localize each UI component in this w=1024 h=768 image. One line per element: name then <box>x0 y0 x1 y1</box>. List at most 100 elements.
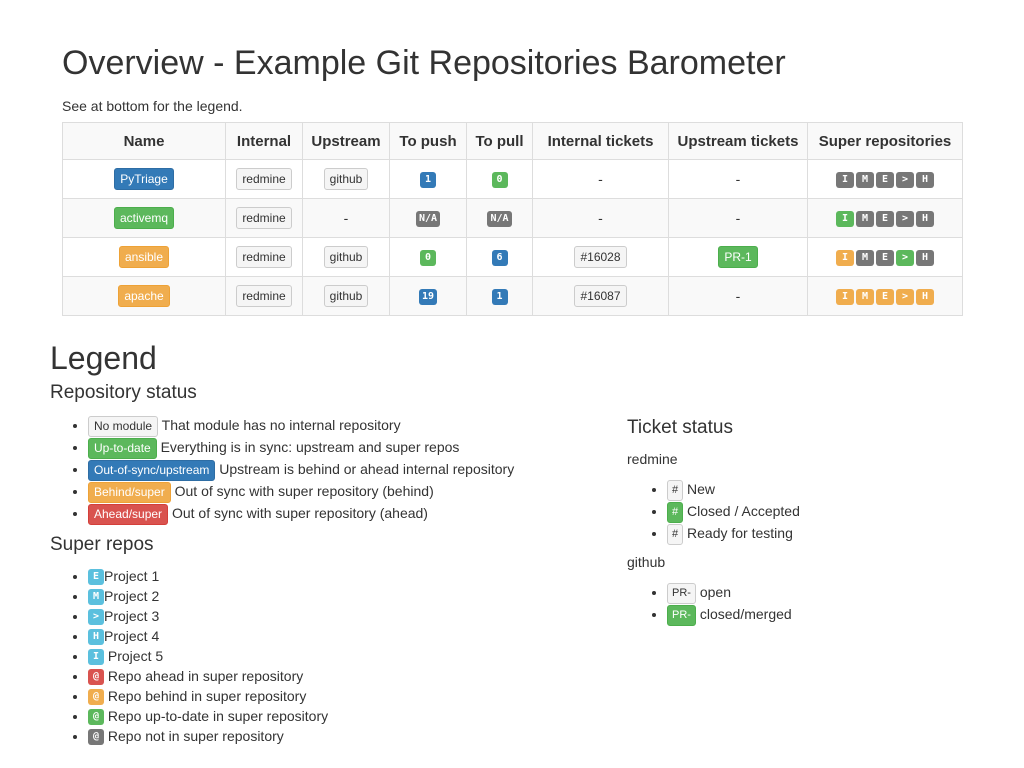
super-repo-badge[interactable]: M <box>856 171 874 188</box>
legend-item: HProject 4 <box>88 626 610 646</box>
legend-description: closed/merged <box>699 606 792 622</box>
super-repos-title: Super repos <box>50 534 154 555</box>
super-repo-badge[interactable]: E <box>876 210 894 227</box>
internal-link-button[interactable]: redmine <box>236 285 292 307</box>
cell-name: activemq <box>62 198 226 238</box>
legend-status-button: Behind/super <box>88 481 171 503</box>
super-repo-badge[interactable]: M <box>856 249 874 266</box>
cell-internal: redmine <box>225 198 303 238</box>
internal-link-button[interactable]: redmine <box>236 168 292 190</box>
legend-item: EProject 1 <box>88 566 610 586</box>
legend-item: @ Repo behind in super repository <box>88 686 610 706</box>
legend-description: Out of sync with super repository (ahead… <box>171 505 428 521</box>
internal-ticket-button[interactable]: #16028 <box>574 246 627 268</box>
ticket-status-button: # <box>667 523 684 545</box>
ticket-group-label: redmine <box>627 451 678 467</box>
legend-description: Project 3 <box>104 608 160 624</box>
upstream-tickets-none: - <box>735 171 741 187</box>
legend-item: MProject 2 <box>88 586 610 606</box>
to-pull-badge: N/A <box>487 210 512 227</box>
legend-description: Ready for testing <box>687 525 793 541</box>
super-repo-badge[interactable]: > <box>896 171 914 188</box>
cell-upstream-tickets: PR-1 <box>668 237 808 277</box>
super-repo-badge[interactable]: > <box>896 210 914 227</box>
ticket-status-section: Ticket status redmine# New# Closed / Acc… <box>627 415 987 633</box>
cell-internal: redmine <box>225 237 303 277</box>
legend-item: I Project 5 <box>88 646 610 666</box>
legend-description: Upstream is behind or ahead internal rep… <box>219 461 515 477</box>
super-repo-badge[interactable]: I <box>836 249 854 266</box>
cell-upstream-tickets: - <box>668 198 808 238</box>
legend-description: Project 1 <box>104 568 160 584</box>
to-push-badge: 19 <box>418 288 438 305</box>
cell-upstream-tickets: - <box>668 159 808 199</box>
legend-description: Closed / Accepted <box>687 503 800 519</box>
legend-item: PR- closed/merged <box>667 603 987 626</box>
super-repo-badge[interactable]: H <box>916 249 934 266</box>
repo-name-button[interactable]: ansible <box>118 246 170 268</box>
legend-super-badge: M <box>88 589 104 606</box>
legend-description: New <box>687 481 716 497</box>
repository-status-list: No module That module has no internal re… <box>50 414 610 525</box>
legend-item: PR- open <box>667 581 987 604</box>
internal-link-button[interactable]: redmine <box>236 246 292 268</box>
legend-super-badge: @ <box>88 729 104 746</box>
legend-description: Repo not in super repository <box>104 728 284 744</box>
upstream-link-button[interactable]: github <box>323 285 369 307</box>
column-header-super-repositories: Super repositories <box>807 122 963 160</box>
super-repo-badge[interactable]: M <box>856 210 874 227</box>
super-repo-badge[interactable]: I <box>836 171 854 188</box>
cell-upstream: - <box>302 198 390 238</box>
legend-description: Repo up-to-date in super repository <box>104 708 329 724</box>
super-repo-badge[interactable]: > <box>896 288 914 305</box>
legend-item: @ Repo ahead in super repository <box>88 666 610 686</box>
legend-item: # New <box>667 478 987 501</box>
legend-super-badge: > <box>88 609 104 626</box>
column-header-internal: Internal <box>225 122 303 160</box>
super-repos-list: EProject 1MProject 2>Project 3HProject 4… <box>50 566 610 746</box>
legend-item: Up-to-date Everything is in sync: upstre… <box>88 436 610 459</box>
upstream-link-button[interactable]: github <box>323 246 369 268</box>
page-title: Overview - Example Git Repositories Baro… <box>62 44 786 82</box>
super-repo-badge[interactable]: H <box>916 288 934 305</box>
cell-upstream: github <box>302 237 390 277</box>
ticket-group-label: github <box>627 554 666 570</box>
repo-name-button[interactable]: PyTriage <box>114 168 174 190</box>
super-repo-badge[interactable]: E <box>876 171 894 188</box>
legend-super-badge: H <box>88 629 104 646</box>
legend-super-badge: @ <box>88 669 104 686</box>
internal-ticket-button[interactable]: #16087 <box>574 285 627 307</box>
cell-internal-tickets: - <box>532 159 669 199</box>
to-push-badge: 0 <box>420 249 436 266</box>
table-header-row: Name Internal Upstream To push To pull I… <box>62 122 963 160</box>
cell-name: ansible <box>62 237 226 277</box>
to-pull-badge: 1 <box>491 288 508 305</box>
super-repo-badge[interactable]: E <box>876 288 894 305</box>
upstream-link-button[interactable]: github <box>323 168 369 190</box>
super-repo-badge[interactable]: I <box>836 288 854 305</box>
legend-description: Out of sync with super repository (behin… <box>174 483 434 499</box>
cell-name: apache <box>62 276 226 316</box>
super-repo-badge[interactable]: H <box>916 210 934 227</box>
cell-super-repositories: I M E > H <box>807 159 963 199</box>
repo-name-button[interactable]: apache <box>118 285 170 307</box>
legend-description: Everything is in sync: upstream and supe… <box>160 439 460 455</box>
super-repo-badge[interactable]: H <box>916 171 934 188</box>
legend-item: Ahead/super Out of sync with super repos… <box>88 502 610 525</box>
internal-link-button[interactable]: redmine <box>236 207 292 229</box>
cell-to-pull: N/A <box>466 198 533 238</box>
super-repo-badge[interactable]: > <box>896 249 914 266</box>
super-repo-badge[interactable]: M <box>856 288 874 305</box>
legend-description: Project 4 <box>104 628 160 644</box>
ticket-status-title: Ticket status <box>627 417 733 438</box>
upstream-ticket-button[interactable]: PR-1 <box>718 246 758 268</box>
cell-to-push: N/A <box>389 198 467 238</box>
table-row: apache redmine github 19 1 #16087 - I M E > H <box>62 276 963 316</box>
to-push-badge: N/A <box>415 210 441 227</box>
legend-description: Repo behind in super repository <box>104 688 307 704</box>
repo-name-button[interactable]: activemq <box>113 207 175 229</box>
super-repo-badge[interactable]: E <box>876 249 894 266</box>
upstream-tickets-none: - <box>735 288 741 304</box>
legend-item: # Closed / Accepted <box>667 500 987 523</box>
super-repo-badge[interactable]: I <box>836 210 854 227</box>
